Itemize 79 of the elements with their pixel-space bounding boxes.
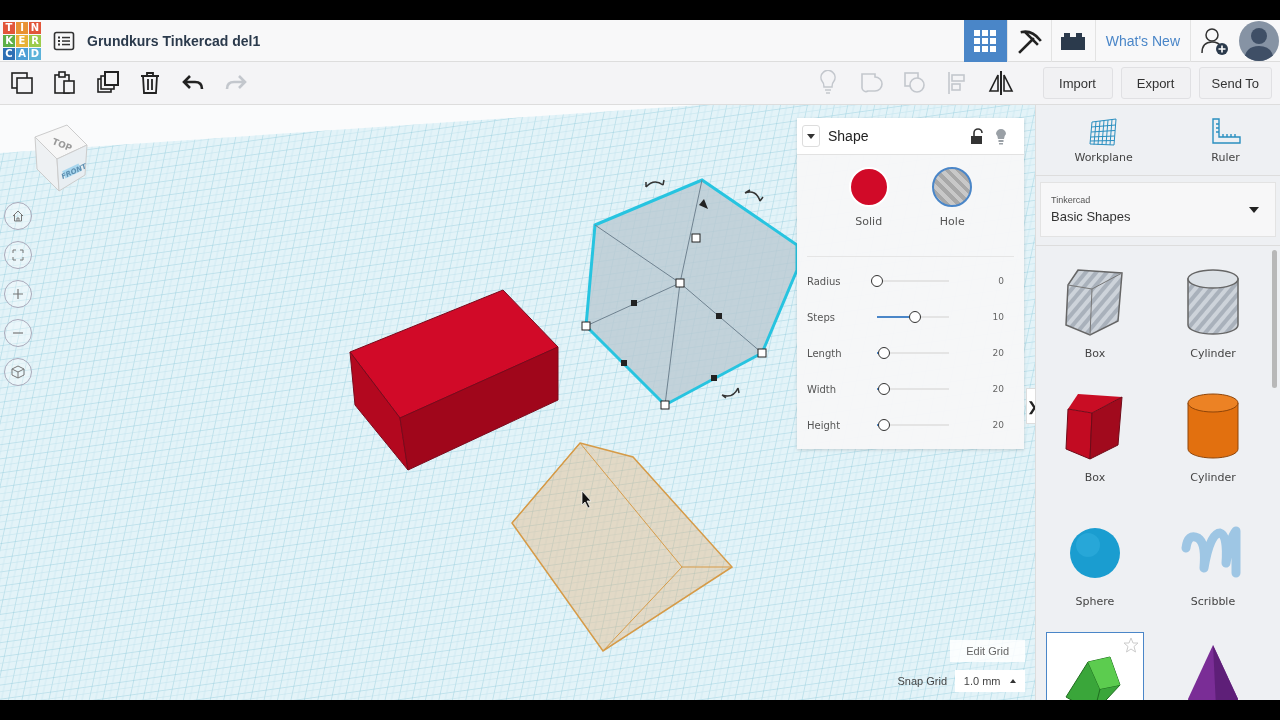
nav-tab[interactable] <box>963 19 1008 62</box>
menu-icon[interactable] <box>53 30 75 51</box>
toolbar-text-button[interactable]: Send To <box>1198 67 1272 99</box>
shape-mode-option[interactable]: Solid <box>848 167 889 228</box>
cube-face-label: TOP <box>50 136 74 154</box>
avatar[interactable] <box>1239 20 1279 61</box>
pickaxe-icon <box>1016 27 1043 54</box>
parameter-label: Radius <box>807 275 842 287</box>
mirror-icon <box>988 70 1015 96</box>
parameter-label: Height <box>807 419 842 431</box>
caret-icon <box>807 133 815 139</box>
lightbulb-icon[interactable] <box>994 127 1008 145</box>
shape-library-item[interactable]: Sphere <box>1046 508 1144 626</box>
unlocked-lock-icon[interactable] <box>970 128 984 144</box>
sidebar-tool-button[interactable]: Ruler <box>1209 116 1242 164</box>
shape-library-item[interactable]: Cylinder <box>1164 384 1262 502</box>
shape-library-item[interactable]: Box <box>1046 384 1144 502</box>
caret-icon <box>1010 679 1017 683</box>
slider-thumb[interactable] <box>871 275 883 287</box>
whats-new-link[interactable]: What's New <box>1095 19 1191 62</box>
paste-icon <box>51 70 78 96</box>
view-cube[interactable] <box>34 124 88 192</box>
logo[interactable]: T I N K E R C A D <box>3 21 41 60</box>
workplane-icon <box>1087 116 1120 147</box>
cursor-icon <box>581 490 592 509</box>
parameter-label: Length <box>807 347 843 359</box>
logo-letter: N <box>29 21 41 34</box>
edit-grid-button[interactable]: Edit Grid <box>950 640 1025 662</box>
perspective-cube-icon <box>11 365 25 379</box>
slider-thumb[interactable] <box>908 311 921 323</box>
copy-icon <box>8 70 35 96</box>
logo-letter: E <box>16 34 28 47</box>
slider-thumb[interactable] <box>877 419 890 431</box>
sidebar-tool-button[interactable]: Workplane <box>1074 116 1133 164</box>
parameter-value: 20 <box>991 384 1005 394</box>
logo-letter: I <box>16 21 28 34</box>
scrollbar[interactable] <box>1272 250 1277 388</box>
design-title: Grundkurs Tinkercad del1 <box>87 32 261 49</box>
star-icon[interactable] <box>1123 637 1139 653</box>
caret-icon <box>1249 206 1259 213</box>
ruler-icon <box>1209 116 1242 147</box>
snap-grid-dropdown[interactable]: 1.0 mm <box>955 670 1025 692</box>
shape-library-item[interactable]: Box <box>1046 260 1144 378</box>
duplicate-icon <box>94 70 121 96</box>
parameter-label: Steps <box>807 311 836 323</box>
logo-letter: A <box>16 47 28 60</box>
view-control-button[interactable] <box>4 358 32 386</box>
toolbar-text-button[interactable]: Export <box>1120 67 1191 99</box>
panel-title: Shape <box>828 128 869 144</box>
shape-library-item[interactable]: Scribble <box>1164 508 1262 626</box>
add-user-icon[interactable] <box>1200 25 1230 56</box>
logo-letter: D <box>29 47 41 60</box>
shape-library-item[interactable]: Cylinder <box>1164 260 1262 378</box>
zoom-in-icon <box>12 288 24 300</box>
shape-library-dropdown[interactable]: Tinkercad Basic Shapes <box>1040 182 1276 237</box>
logo-letter: R <box>29 34 41 47</box>
home-icon <box>12 210 24 222</box>
rotate-handle-icon[interactable] <box>645 179 665 188</box>
slider-thumb[interactable] <box>877 347 890 359</box>
parameter-value: 10 <box>991 312 1005 322</box>
logo-letter: T <box>3 21 15 34</box>
mode-swatch[interactable] <box>932 167 973 207</box>
parameter-value: 20 <box>991 348 1005 358</box>
parameter-label: Width <box>807 383 838 395</box>
fit-view-icon <box>12 249 24 261</box>
slider-thumb[interactable] <box>877 383 890 395</box>
logo-letter: C <box>3 47 15 60</box>
parameter-value: 20 <box>991 420 1005 430</box>
box-solid-drawing[interactable] <box>349 289 559 471</box>
rotate-handle-icon[interactable] <box>721 387 740 399</box>
rotate-handle-icon[interactable] <box>744 189 764 202</box>
toolbar-text-button[interactable]: Import <box>1042 67 1113 99</box>
collapse-button[interactable] <box>802 125 820 147</box>
view-control-button[interactable] <box>4 202 32 230</box>
shape-mode-option[interactable]: Hole <box>932 167 973 228</box>
parameter-value: 0 <box>997 276 1005 286</box>
snap-grid-label: Snap Grid <box>897 675 947 687</box>
grid-icon <box>972 27 999 54</box>
logo-letter: K <box>3 34 15 47</box>
